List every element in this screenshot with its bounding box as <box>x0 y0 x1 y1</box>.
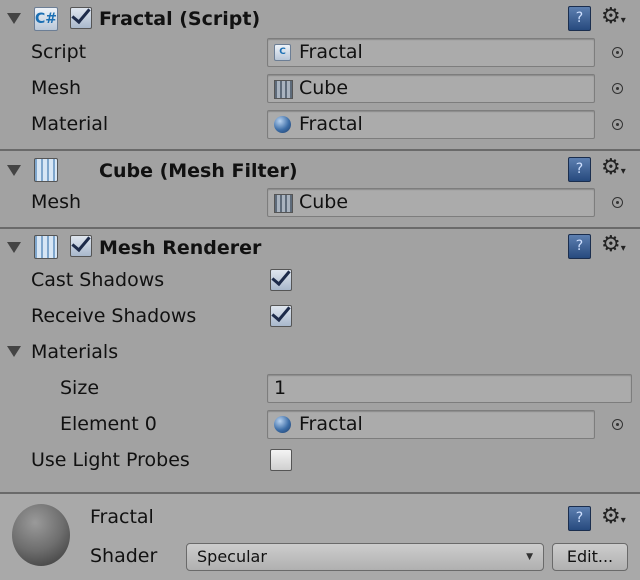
object-picker-icon[interactable] <box>612 419 623 430</box>
gear-icon[interactable]: ⚙▾ <box>601 233 626 261</box>
edit-shader-button[interactable]: Edit... <box>552 543 628 571</box>
foldout-arrow-icon[interactable] <box>7 165 21 176</box>
shader-dropdown[interactable]: Specular ▼ <box>186 543 544 571</box>
component-title: Fractal (Script) <box>99 8 261 30</box>
cast-shadows-checkbox[interactable] <box>270 269 292 291</box>
material-section: Fractal ? ⚙▾ Shader Specular ▼ Edit... <box>0 494 640 580</box>
mesh-renderer-header[interactable]: Mesh Renderer ? ⚙▾ <box>0 229 640 265</box>
field-label: Material <box>31 113 109 135</box>
component-title: Cube (Mesh Filter) <box>99 160 298 182</box>
object-picker-icon[interactable] <box>612 83 623 94</box>
element-0-field[interactable]: Fractal <box>267 410 595 439</box>
shader-value: Specular <box>197 547 267 566</box>
material-field[interactable]: Fractal <box>267 110 595 139</box>
materials-foldout[interactable]: Materials <box>31 334 118 370</box>
field-value: Fractal <box>299 413 363 435</box>
field-value: 1 <box>274 377 287 399</box>
fractal-script-header[interactable]: C# Fractal (Script) ? ⚙▾ <box>0 0 640 36</box>
material-icon <box>274 416 291 433</box>
shader-label: Shader <box>90 545 158 567</box>
field-value: Cube <box>299 191 349 213</box>
size-label: Size <box>60 377 100 399</box>
receive-shadows-checkbox[interactable] <box>270 305 292 327</box>
element-label: Element 0 <box>60 413 157 435</box>
size-input[interactable]: 1 <box>267 374 632 403</box>
csharp-script-icon: C# <box>34 7 58 31</box>
light-probes-checkbox[interactable] <box>270 449 292 471</box>
materials-foldout-icon[interactable] <box>7 346 21 357</box>
foldout-arrow-icon[interactable] <box>7 13 21 24</box>
script-icon: C <box>274 44 291 61</box>
object-picker-icon[interactable] <box>612 47 623 58</box>
object-picker-icon[interactable] <box>612 119 623 130</box>
mesh-filter-header[interactable]: Cube (Mesh Filter) ? ⚙▾ <box>0 152 640 188</box>
mesh-filter-icon <box>34 158 58 182</box>
dropdown-arrow-icon: ▼ <box>526 552 533 562</box>
field-label: Script <box>31 41 87 63</box>
help-icon[interactable]: ? <box>568 234 591 259</box>
field-value: Fractal <box>299 41 363 63</box>
light-probes-label: Use Light Probes <box>31 449 190 471</box>
foldout-arrow-icon[interactable] <box>7 242 21 253</box>
gear-icon[interactable]: ⚙▾ <box>601 5 626 33</box>
material-name: Fractal <box>90 506 154 528</box>
material-icon <box>274 116 291 133</box>
field-value: Cube <box>299 77 349 99</box>
gear-icon[interactable]: ⚙▾ <box>601 505 626 533</box>
help-icon[interactable]: ? <box>568 506 591 531</box>
help-icon[interactable]: ? <box>568 157 591 182</box>
divider <box>0 149 640 151</box>
enabled-checkbox[interactable] <box>70 7 92 29</box>
mesh-field[interactable]: Cube <box>267 188 595 217</box>
mesh-renderer-icon <box>34 235 58 259</box>
enabled-checkbox[interactable] <box>70 235 92 257</box>
field-value: Fractal <box>299 113 363 135</box>
object-picker-icon[interactable] <box>612 197 623 208</box>
field-label: Mesh <box>31 191 82 213</box>
mesh-icon <box>274 194 293 213</box>
field-label: Mesh <box>31 77 82 99</box>
mesh-icon <box>274 80 293 99</box>
receive-shadows-label: Receive Shadows <box>31 305 197 327</box>
material-preview-sphere <box>12 504 70 566</box>
script-field[interactable]: C Fractal <box>267 38 595 67</box>
help-icon[interactable]: ? <box>568 6 591 31</box>
gear-icon[interactable]: ⚙▾ <box>601 156 626 184</box>
mesh-field[interactable]: Cube <box>267 74 595 103</box>
cast-shadows-label: Cast Shadows <box>31 269 165 291</box>
